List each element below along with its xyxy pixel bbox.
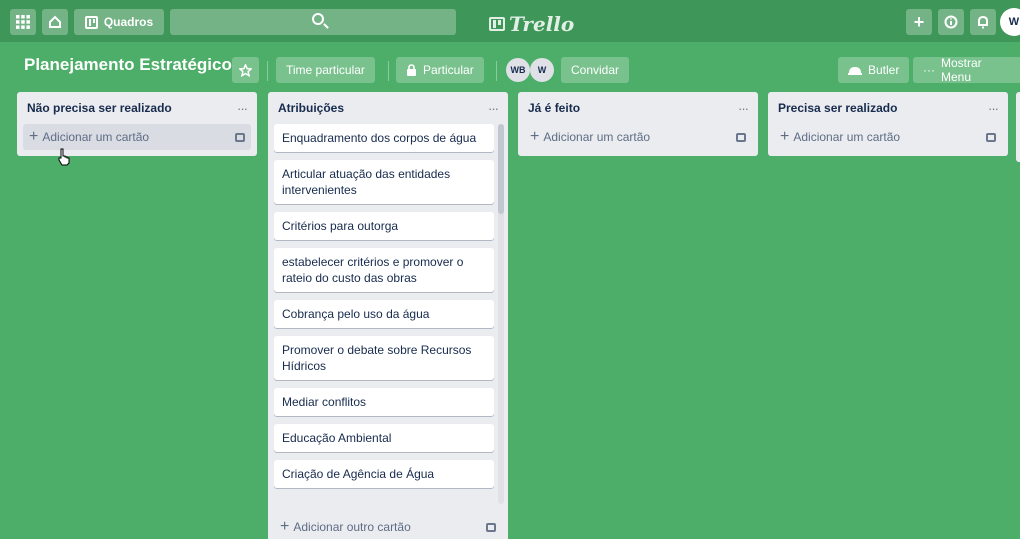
search-icon	[312, 13, 324, 25]
list-ja-e-feito: Já é feito ··· + Adicionar um cartão	[518, 92, 758, 156]
list-title[interactable]: Precisa ser realizado	[778, 101, 897, 115]
header-divider	[496, 61, 497, 81]
butler-icon	[848, 67, 862, 75]
invite-button[interactable]: Convidar	[561, 57, 630, 83]
list-title[interactable]: Já é feito	[528, 101, 580, 115]
trello-logo-icon	[489, 17, 505, 31]
add-card-label-wrap: + Adicionar um cartão	[530, 128, 650, 146]
butler-label: Butler	[868, 63, 900, 77]
more-icon: ···	[923, 63, 935, 77]
search-input[interactable]	[170, 9, 456, 35]
list-header: Já é feito ···	[518, 92, 758, 124]
show-menu-label: Mostrar Menu	[941, 56, 982, 84]
info-icon	[944, 15, 958, 29]
add-card-label: Adicionar um cartão	[543, 130, 651, 144]
card[interactable]: Critérios para outorga	[274, 212, 494, 240]
card-template-icon[interactable]	[986, 132, 996, 142]
header-divider	[267, 61, 268, 81]
invite-label: Convidar	[571, 63, 620, 77]
member-avatar[interactable]: W	[530, 58, 554, 82]
add-card-label-wrap: + Adicionar um cartão	[780, 128, 900, 146]
lock-icon	[407, 64, 416, 76]
list-header: Precisa ser realizado ···	[768, 92, 1008, 124]
add-card-label: Adicionar outro cartão	[293, 520, 411, 534]
list-atribuicoes: Atribuições ··· Enquadramento dos corpos…	[268, 92, 508, 539]
boards-label: Quadros	[103, 15, 154, 29]
team-button[interactable]: Time particular	[276, 57, 375, 83]
plus-icon: +	[913, 11, 925, 32]
home-button[interactable]	[42, 9, 68, 35]
card[interactable]: Cobrança pelo uso da água	[274, 300, 494, 328]
hand-cursor-icon	[58, 148, 70, 166]
top-navigation-bar: Quadros Trello + W	[0, 0, 1020, 42]
list-header: Atribuições ···	[268, 92, 508, 124]
star-icon	[239, 63, 252, 77]
member-initials: W	[537, 65, 547, 75]
trello-logo-text: Trello	[509, 12, 575, 36]
add-card-label-wrap: + Adicionar um cartão	[29, 128, 149, 146]
board-icon	[84, 15, 98, 29]
add-card-label: Adicionar um cartão	[42, 130, 150, 144]
create-button[interactable]: +	[906, 9, 932, 35]
board-header: Planejamento Estratégico Time particular…	[0, 48, 1020, 86]
list-menu-icon[interactable]: ···	[237, 101, 248, 116]
card[interactable]: Criação de Agência de Água	[274, 460, 494, 488]
visibility-button[interactable]: Particular	[396, 57, 484, 83]
card[interactable]: Mediar conflitos	[274, 388, 494, 416]
card-template-icon[interactable]	[486, 522, 496, 532]
card[interactable]: Promover o debate sobre Recursos Hídrico…	[274, 336, 494, 380]
info-button[interactable]	[938, 9, 964, 35]
list-menu-icon[interactable]: ···	[738, 101, 749, 116]
card[interactable]: Educação Ambiental	[274, 424, 494, 452]
card-template-icon[interactable]	[235, 132, 245, 142]
notifications-button[interactable]	[970, 9, 996, 35]
boards-button[interactable]: Quadros	[74, 9, 164, 35]
plus-icon: +	[780, 128, 790, 145]
card-template-icon[interactable]	[736, 132, 746, 142]
add-card-button[interactable]: + Adicionar outro cartão	[274, 514, 502, 539]
plus-icon: +	[280, 518, 290, 535]
visibility-label: Particular	[423, 63, 474, 77]
list-nao-precisa: Não precisa ser realizado ··· + Adicionar…	[17, 92, 257, 156]
card[interactable]: Enquadramento dos corpos de água	[274, 124, 494, 152]
header-divider	[388, 61, 389, 81]
board-title[interactable]: Planejamento Estratégico	[24, 55, 232, 75]
butler-button[interactable]: Butler	[838, 57, 910, 83]
next-list-edge	[1016, 92, 1020, 162]
team-label: Time particular	[286, 63, 365, 77]
home-icon	[49, 15, 61, 28]
add-card-label-wrap: + Adicionar outro cartão	[280, 518, 411, 536]
plus-icon: +	[29, 128, 39, 145]
card[interactable]: Articular atuação das entidades interven…	[274, 160, 494, 204]
bell-icon	[978, 15, 988, 29]
list-precisa-ser-realizado: Precisa ser realizado ··· + Adicionar um …	[768, 92, 1008, 156]
star-board-button[interactable]	[232, 57, 259, 83]
apps-grid-button[interactable]	[10, 9, 36, 35]
grid-icon	[16, 15, 30, 29]
list-menu-icon[interactable]: ···	[988, 101, 999, 116]
add-card-button[interactable]: + Adicionar um cartão	[774, 124, 1002, 150]
card-list: Enquadramento dos corpos de água Articul…	[268, 124, 508, 510]
card[interactable]: estabelecer critérios e promover o ratei…	[274, 248, 494, 292]
add-card-button[interactable]: + Adicionar um cartão	[524, 124, 752, 150]
list-title[interactable]: Não precisa ser realizado	[27, 101, 172, 115]
plus-icon: +	[530, 128, 540, 145]
list-menu-icon[interactable]: ···	[488, 101, 499, 116]
user-avatar[interactable]: W	[1000, 8, 1020, 36]
list-header: Não precisa ser realizado ···	[17, 92, 257, 124]
trello-logo[interactable]: Trello	[489, 12, 574, 36]
member-initials: WB	[510, 65, 526, 75]
add-card-label: Adicionar um cartão	[793, 130, 901, 144]
list-title[interactable]: Atribuições	[278, 101, 344, 115]
list-scrollbar[interactable]	[498, 124, 504, 214]
user-avatar-initial: W	[1008, 16, 1020, 28]
member-avatar[interactable]: WB	[506, 58, 530, 82]
add-card-button[interactable]: + Adicionar um cartão	[23, 124, 251, 150]
show-menu-button[interactable]: ··· Mostrar Menu	[913, 56, 1020, 84]
